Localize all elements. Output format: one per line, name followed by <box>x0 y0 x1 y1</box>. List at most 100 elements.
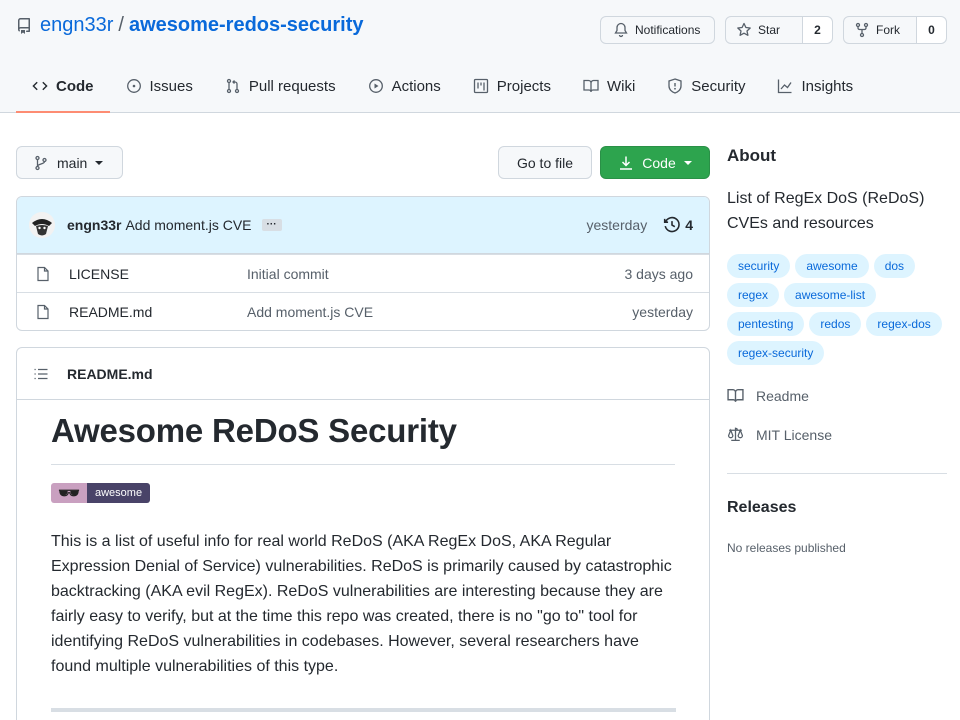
star-count[interactable]: 2 <box>802 17 832 43</box>
topic-tag[interactable]: dos <box>873 254 916 278</box>
commit-history-link[interactable]: 4 <box>663 216 693 234</box>
topic-tag[interactable]: security <box>727 254 791 278</box>
notifications-button[interactable]: Notifications <box>600 16 715 44</box>
law-icon <box>727 427 744 441</box>
repo-title: engn33r / awesome-redos-security <box>16 14 364 37</box>
readme-content: Awesome ReDoS Security awesome This is a… <box>17 400 709 679</box>
tab-insights[interactable]: Insights <box>761 62 869 110</box>
commit-author-link[interactable]: engn33r <box>67 217 121 233</box>
code-icon <box>32 81 48 91</box>
tab-code[interactable]: Code <box>16 62 110 113</box>
tab-security[interactable]: Security <box>651 62 761 110</box>
branch-name: main <box>57 154 88 171</box>
readme-link-label: Readme <box>756 387 809 404</box>
pull-request-icon <box>226 78 240 94</box>
commit-count: 4 <box>685 217 693 233</box>
topic-tag[interactable]: regex <box>727 283 780 307</box>
file-commit-time: 3 days ago <box>624 265 694 282</box>
repo-separator: / <box>118 14 124 36</box>
releases-heading[interactable]: Releases <box>727 499 796 517</box>
branch-icon <box>35 155 47 170</box>
issue-icon <box>126 79 141 93</box>
file-row: README.md Add moment.js CVE yesterday <box>17 292 709 330</box>
chevron-down-icon <box>95 160 104 165</box>
star-icon <box>737 22 751 36</box>
tab-label: Projects <box>496 77 551 95</box>
repo-owner-link[interactable]: engn33r <box>40 14 113 37</box>
bell-icon <box>614 22 628 38</box>
file-commit-time: yesterday <box>632 303 693 320</box>
topic-tag[interactable]: regex-dos <box>866 312 942 336</box>
sunglasses-icon <box>51 483 87 503</box>
file-icon <box>37 304 49 319</box>
repo-icon <box>17 17 30 34</box>
book-icon <box>583 79 599 93</box>
code-download-button[interactable]: Code <box>600 146 710 179</box>
chevron-down-icon <box>683 160 692 165</box>
readme-link[interactable]: Readme <box>727 387 809 404</box>
history-icon <box>664 216 680 233</box>
about-description: List of RegEx DoS (ReDoS) CVEs and resou… <box>727 190 925 232</box>
download-icon <box>620 156 633 170</box>
tab-wiki[interactable]: Wiki <box>567 62 651 110</box>
tab-projects[interactable]: Projects <box>457 62 567 110</box>
tab-label: Insights <box>801 77 854 95</box>
latest-commit-bar: engn33r Add moment.js CVE ··· yesterday … <box>17 197 709 254</box>
license-link[interactable]: MIT License <box>727 426 832 443</box>
star-button[interactable]: Star 2 <box>725 16 833 44</box>
tab-label: Security <box>691 77 746 95</box>
repo-nav-tabs: Code Issues Pull requests Actions Projec… <box>16 62 869 113</box>
repo-header: engn33r / awesome-redos-security Notific… <box>0 0 960 113</box>
go-to-file-button[interactable]: Go to file <box>498 146 592 179</box>
file-list: engn33r Add moment.js CVE ··· yesterday … <box>16 196 710 331</box>
code-button-label: Code <box>642 154 676 171</box>
file-icon <box>37 266 49 281</box>
topic-list: security awesome dos regex awesome-list … <box>727 254 951 365</box>
notifications-label: Notifications <box>635 23 701 37</box>
shield-icon <box>668 78 682 94</box>
fork-icon <box>855 22 869 38</box>
file-commit-message[interactable]: Add moment.js CVE <box>247 304 373 320</box>
about-heading: About <box>727 146 777 165</box>
tab-label: Code <box>56 77 94 95</box>
fork-count[interactable]: 0 <box>916 17 946 43</box>
avatar[interactable] <box>29 212 55 238</box>
commit-time: yesterday <box>586 217 648 233</box>
divider <box>51 708 676 712</box>
file-commit-message[interactable]: Initial commit <box>247 266 329 282</box>
readme-filename[interactable]: README.md <box>67 366 153 382</box>
star-label: Star <box>758 23 781 37</box>
file-name-link[interactable]: README.md <box>69 304 247 320</box>
readme-header: README.md <box>17 348 709 400</box>
no-releases-text: No releases published <box>727 541 846 555</box>
play-icon <box>368 79 383 93</box>
repo-name-link[interactable]: awesome-redos-security <box>129 14 364 37</box>
tab-label: Wiki <box>606 77 636 95</box>
fork-label: Fork <box>876 23 900 37</box>
tab-pull-requests[interactable]: Pull requests <box>209 62 352 110</box>
tab-label: Actions <box>391 77 441 95</box>
file-row: LICENSE Initial commit 3 days ago <box>17 254 709 292</box>
tab-issues[interactable]: Issues <box>110 62 209 110</box>
topic-tag[interactable]: awesome-list <box>784 283 877 307</box>
expand-commit-button[interactable]: ··· <box>261 219 282 231</box>
list-icon[interactable] <box>33 366 49 382</box>
topic-tag[interactable]: redos <box>809 312 862 336</box>
avatar-image <box>29 212 55 238</box>
branch-select-button[interactable]: main <box>16 146 123 179</box>
tab-label: Issues <box>149 77 193 95</box>
tab-actions[interactable]: Actions <box>352 62 457 110</box>
file-name-link[interactable]: LICENSE <box>69 266 247 282</box>
tab-label: Pull requests <box>248 77 336 95</box>
graph-icon <box>778 79 793 94</box>
fork-button[interactable]: Fork 0 <box>843 16 947 44</box>
divider <box>727 473 947 474</box>
license-link-label: MIT License <box>756 426 832 443</box>
topic-tag[interactable]: awesome <box>795 254 869 278</box>
commit-message-link[interactable]: Add moment.js CVE <box>125 217 251 233</box>
topic-tag[interactable]: regex-security <box>727 341 825 365</box>
awesome-badge[interactable]: awesome <box>51 483 151 503</box>
badge-text: awesome <box>87 483 151 503</box>
topic-tag[interactable]: pentesting <box>727 312 805 336</box>
readme-paragraph: This is a list of useful info for real w… <box>51 533 672 675</box>
